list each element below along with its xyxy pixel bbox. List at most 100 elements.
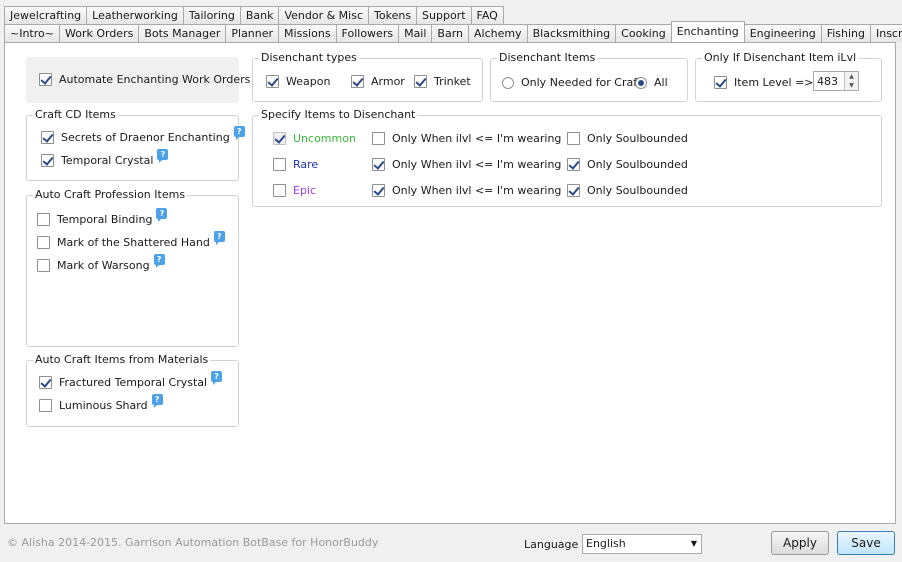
profession-item-label: Mark of the Shattered Hand <box>57 236 210 249</box>
checkbox[interactable] <box>39 399 52 412</box>
epic-soulbound-checkbox[interactable]: Only Soulbounded <box>567 184 688 197</box>
craft-cd-label: Temporal Crystal <box>61 154 154 167</box>
quality-label: Rare <box>293 158 319 171</box>
auto-craft-profession-group: Auto Craft Profession Items Temporal Bin… <box>26 188 239 347</box>
craft-cd-label: Secrets of Draenor Enchanting <box>61 131 230 144</box>
soulbound-label: Only Soulbounded <box>587 184 688 197</box>
uncommon-ilvl-checkbox[interactable]: Only When ilvl <= I'm wearing <box>372 132 561 145</box>
craft-cd-item-0[interactable]: Secrets of Draenor Enchanting ? <box>41 126 245 144</box>
save-button[interactable]: Save <box>837 531 895 555</box>
tab-barn[interactable]: Barn <box>431 24 470 42</box>
help-icon[interactable]: ? <box>213 231 225 245</box>
language-value: English <box>586 537 626 550</box>
quality-label: Epic <box>293 184 317 197</box>
spinner-up-icon[interactable]: ▲ <box>844 72 858 81</box>
disenchant-type-label: Trinket <box>434 75 471 88</box>
tab-leatherworking[interactable]: Leatherworking <box>86 6 184 24</box>
help-icon[interactable]: ? <box>211 371 223 385</box>
apply-button[interactable]: Apply <box>771 531 829 555</box>
checkbox[interactable] <box>39 376 52 389</box>
materials-item-1[interactable]: Luminous Shard ? <box>39 394 163 412</box>
tab-followers[interactable]: Followers <box>335 24 400 42</box>
help-icon[interactable]: ? <box>153 254 165 268</box>
quality-label: Uncommon <box>293 132 356 145</box>
checkbox[interactable] <box>273 158 286 171</box>
profession-item-2[interactable]: Mark of Warsong ? <box>37 254 165 272</box>
automate-work-orders-checkbox[interactable]: Automate Enchanting Work Orders <box>39 73 250 86</box>
quality-uncommon[interactable]: Uncommon <box>273 132 356 145</box>
tab-fishing[interactable]: Fishing <box>820 24 871 42</box>
tab-work-orders[interactable]: Work Orders <box>58 24 140 42</box>
epic-ilvl-checkbox[interactable]: Only When ilvl <= I'm wearing <box>372 184 561 197</box>
disenchant-option-needed[interactable]: Only Needed for Craft <box>502 76 641 89</box>
tab-enchanting[interactable]: Enchanting <box>670 21 745 42</box>
tab-support[interactable]: Support <box>416 6 472 24</box>
uncommon-soulbound-checkbox[interactable]: Only Soulbounded <box>567 132 688 145</box>
enchanting-panel: Automate Enchanting Work Orders Craft CD… <box>4 42 896 524</box>
checkbox[interactable] <box>37 213 50 226</box>
tab-tailoring[interactable]: Tailoring <box>182 6 241 24</box>
tab-bank[interactable]: Bank <box>239 6 280 24</box>
checkbox[interactable] <box>41 154 54 167</box>
checkbox[interactable] <box>41 131 54 144</box>
checkbox[interactable] <box>372 132 385 145</box>
disenchant-items-group: Disenchant Items Only Needed for Craft A… <box>490 51 688 102</box>
ilvl-title: Only If Disenchant Item iLvl <box>702 51 859 64</box>
tab-intro[interactable]: ~Intro~ <box>4 24 60 42</box>
specify-items-group: Specify Items to Disenchant Uncommon Onl… <box>252 108 882 207</box>
item-level-checkbox[interactable]: Item Level => <box>714 76 814 89</box>
disenchant-type-armor[interactable]: Armor <box>351 75 405 88</box>
quality-epic[interactable]: Epic <box>273 184 316 197</box>
disenchant-type-label: Armor <box>371 75 405 88</box>
help-icon[interactable]: ? <box>156 208 168 222</box>
tab-inscription[interactable]: Inscription <box>869 24 902 42</box>
tab-engineering[interactable]: Engineering <box>743 24 822 42</box>
checkbox[interactable] <box>567 158 580 171</box>
automate-checkbox-box[interactable] <box>39 73 52 86</box>
tab-missions[interactable]: Missions <box>278 24 337 42</box>
disenchant-option-all[interactable]: All <box>635 76 668 89</box>
help-icon[interactable]: ? <box>233 126 245 140</box>
tab-mail[interactable]: Mail <box>398 24 433 42</box>
tab-planner[interactable]: Planner <box>225 24 280 42</box>
checkbox[interactable] <box>372 158 385 171</box>
disenchant-type-weapon[interactable]: Weapon <box>266 75 330 88</box>
tab-vendor-misc[interactable]: Vendor & Misc <box>278 6 370 24</box>
tab-blacksmithing[interactable]: Blacksmithing <box>526 24 617 42</box>
help-icon[interactable]: ? <box>151 394 163 408</box>
tab-jewelcrafting[interactable]: Jewelcrafting <box>4 6 88 24</box>
help-icon[interactable]: ? <box>157 149 169 163</box>
tab-cooking[interactable]: Cooking <box>615 24 672 42</box>
checkbox[interactable] <box>273 132 286 145</box>
profession-item-1[interactable]: Mark of the Shattered Hand ? <box>37 231 225 249</box>
tab-row-bottom: ~Intro~ Work Orders Bots Manager Planner Mis… <box>4 21 902 42</box>
spinner-down-icon[interactable]: ▼ <box>844 81 858 90</box>
quality-rare[interactable]: Rare <box>273 158 318 171</box>
checkbox[interactable] <box>351 75 364 88</box>
profession-item-0[interactable]: Temporal Binding ? <box>37 208 168 226</box>
rare-soulbound-checkbox[interactable]: Only Soulbounded <box>567 158 688 171</box>
language-select[interactable]: English ▼ <box>582 534 702 554</box>
checkbox[interactable] <box>372 184 385 197</box>
item-level-spinner[interactable]: 483 ▲ ▼ <box>813 71 859 91</box>
craft-cd-item-1[interactable]: Temporal Crystal ? <box>41 149 169 167</box>
checkbox[interactable] <box>714 76 727 89</box>
tab-tokens[interactable]: Tokens <box>368 6 418 24</box>
rare-ilvl-checkbox[interactable]: Only When ilvl <= I'm wearing <box>372 158 561 171</box>
disenchant-types-group: Disenchant types Weapon Armor Trinket <box>252 51 483 102</box>
radio-button[interactable] <box>502 76 514 89</box>
materials-item-0[interactable]: Fractured Temporal Crystal ? <box>39 371 223 389</box>
checkbox[interactable] <box>567 132 580 145</box>
radio-button[interactable] <box>635 76 647 89</box>
checkbox[interactable] <box>37 236 50 249</box>
disenchant-type-trinket[interactable]: Trinket <box>414 75 471 88</box>
tab-alchemy[interactable]: Alchemy <box>468 24 528 42</box>
checkbox[interactable] <box>273 184 286 197</box>
checkbox[interactable] <box>266 75 279 88</box>
tab-bots-manager[interactable]: Bots Manager <box>138 24 227 42</box>
checkbox[interactable] <box>414 75 427 88</box>
tab-faq[interactable]: FAQ <box>470 6 504 24</box>
soulbound-label: Only Soulbounded <box>587 158 688 171</box>
checkbox[interactable] <box>567 184 580 197</box>
checkbox[interactable] <box>37 259 50 272</box>
